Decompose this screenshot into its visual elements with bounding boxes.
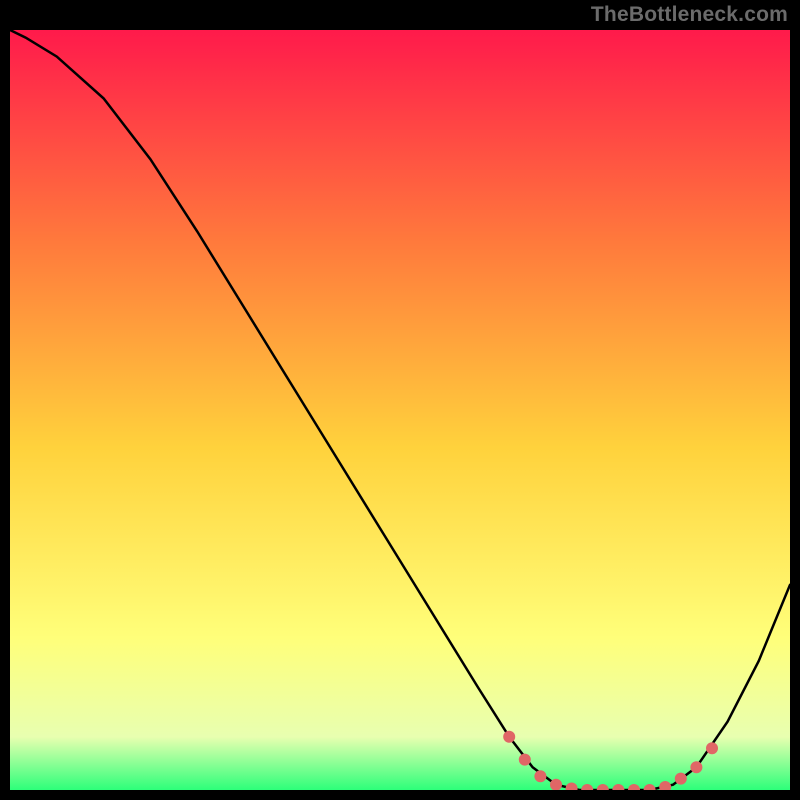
marker-dot [534,770,546,782]
marker-dot [519,754,531,766]
marker-dot [503,731,515,743]
marker-dot [675,773,687,785]
gradient-background [10,30,790,790]
chart-svg [10,30,790,790]
chart-frame [10,30,790,790]
marker-dot [706,742,718,754]
watermark-text: TheBottleneck.com [591,3,788,27]
marker-dot [690,761,702,773]
